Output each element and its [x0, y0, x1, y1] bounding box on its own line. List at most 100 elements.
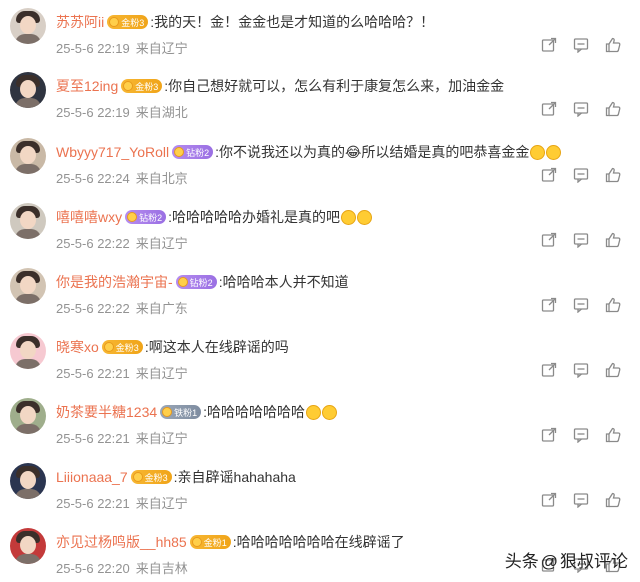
comment-location: 来自辽宁	[135, 236, 188, 251]
badge-label: 金粉1	[203, 537, 227, 548]
like-icon[interactable]	[604, 166, 622, 184]
like-icon[interactable]	[604, 361, 622, 379]
badge-coin-icon	[162, 407, 173, 417]
comment-meta: 25-5-6 22:22 来自广东	[56, 298, 188, 317]
avatar-face	[20, 276, 36, 294]
share-icon[interactable]	[540, 36, 558, 54]
username[interactable]: Liiionaaa_7	[56, 469, 128, 485]
comment-line: Liiionaaa_7 金粉3 :亲自辟谣hahahaha	[56, 467, 296, 487]
fan-badge[interactable]: 铁粉1	[160, 405, 202, 419]
username[interactable]: 晓寒xo	[56, 337, 99, 357]
username[interactable]: 嘻嘻嘻wxy	[56, 207, 122, 227]
comment-icon[interactable]	[572, 100, 590, 118]
fan-badge[interactable]: 钻粉2	[175, 275, 217, 289]
comment-icon[interactable]	[572, 36, 590, 54]
avatar-body	[15, 229, 41, 239]
fan-badge[interactable]: 金粉3	[121, 79, 163, 93]
comment-text: :啊这本人在线辟谣的吗	[144, 339, 289, 355]
watermark-source: 头条	[504, 552, 539, 571]
comment-location: 来自湖北	[135, 105, 188, 120]
comment-date: 25-5-6 22:24	[56, 171, 130, 186]
avatar[interactable]	[10, 138, 46, 174]
like-icon[interactable]	[604, 100, 622, 118]
comment-line: 夏至12ing 金粉3 :你自己想好就可以，怎么有利于康复怎么来，加油金金	[56, 76, 504, 96]
share-icon[interactable]	[540, 361, 558, 379]
comment-location: 来自广东	[135, 301, 188, 316]
fan-badge[interactable]: 钻粉2	[172, 145, 214, 159]
fan-badge[interactable]: 钻粉2	[125, 210, 167, 224]
avatar[interactable]	[10, 333, 46, 369]
comment-date: 25-5-6 22:20	[56, 561, 130, 576]
avatar[interactable]	[10, 203, 46, 239]
avatar[interactable]	[10, 8, 46, 44]
badge-label: 钻粉2	[189, 277, 213, 288]
username[interactable]: 苏苏阿ii	[56, 12, 104, 32]
comment-line: 嘻嘻嘻wxy 钻粉2 :哈哈哈哈哈办婚礼是真的吧	[56, 207, 373, 227]
avatar[interactable]	[10, 72, 46, 108]
comment-icon[interactable]	[572, 426, 590, 444]
comment-line: 苏苏阿ii 金粉3 :我的天！金！金金也是才知道的么哈哈哈？！	[56, 12, 434, 32]
comment-location: 来自北京	[135, 171, 188, 186]
avatar[interactable]	[10, 463, 46, 499]
like-icon[interactable]	[604, 296, 622, 314]
like-icon[interactable]	[604, 491, 622, 509]
share-icon[interactable]	[540, 426, 558, 444]
comment-actions	[540, 296, 622, 314]
badge-label: 金粉3	[121, 17, 145, 28]
comment-icon[interactable]	[572, 361, 590, 379]
emoji-icon	[530, 144, 546, 160]
badge-coin-icon	[109, 17, 120, 27]
avatar-face	[20, 80, 36, 98]
comment-location: 来自辽宁	[135, 366, 188, 381]
fan-badge[interactable]: 金粉3	[101, 340, 143, 354]
like-icon[interactable]	[604, 426, 622, 444]
fan-badge[interactable]: 金粉1	[189, 535, 231, 549]
username[interactable]: 你是我的浩瀚宇宙-	[56, 272, 173, 292]
username[interactable]: 亦见过杨鸣版__hh85	[56, 532, 187, 552]
avatar[interactable]	[10, 268, 46, 304]
comment-text: :哈哈哈哈哈办婚礼是真的吧	[168, 209, 341, 225]
share-icon[interactable]	[540, 491, 558, 509]
avatar[interactable]	[10, 528, 46, 564]
badge-label: 铁粉1	[174, 407, 198, 418]
badge-label: 金粉3	[135, 81, 159, 92]
comment-item: Liiionaaa_7 金粉3 :亲自辟谣hahahaha 25-5-6 22:…	[0, 455, 640, 519]
fan-badge[interactable]: 金粉3	[107, 15, 149, 29]
fan-badge[interactable]: 金粉3	[130, 470, 172, 484]
comment-line: 奶茶要半糖1234 铁粉1 :哈哈哈哈哈哈哈	[56, 402, 338, 422]
comment-actions	[540, 36, 622, 54]
share-icon[interactable]	[540, 231, 558, 249]
share-icon[interactable]	[540, 100, 558, 118]
badge-coin-icon	[174, 147, 185, 157]
comment-icon[interactable]	[572, 296, 590, 314]
comment-date: 25-5-6 22:21	[56, 366, 130, 381]
share-icon[interactable]	[540, 166, 558, 184]
badge-label: 金粉3	[144, 472, 168, 483]
comment-icon[interactable]	[572, 231, 590, 249]
avatar-face	[20, 16, 36, 34]
avatar-face	[20, 471, 36, 489]
comment-text: :哈哈哈本人并不知道	[218, 274, 349, 290]
username[interactable]: Wbyyy717_YoRoll	[56, 144, 169, 160]
comment-text: :哈哈哈哈哈哈哈在线辟谣了	[232, 534, 405, 550]
badge-label: 金粉3	[115, 342, 139, 353]
comment-location: 来自辽宁	[135, 41, 188, 56]
avatar-face	[20, 341, 36, 359]
username[interactable]: 夏至12ing	[56, 76, 118, 96]
comment-meta: 25-5-6 22:21 来自辽宁	[56, 363, 188, 382]
comment-text: :你自己想好就可以，怎么有利于康复怎么来，加油金金	[164, 78, 505, 94]
comment-actions	[540, 100, 622, 118]
comment-icon[interactable]	[572, 491, 590, 509]
emoji-icon	[341, 209, 357, 225]
username[interactable]: 奶茶要半糖1234	[56, 402, 157, 422]
avatar-body	[15, 489, 41, 499]
comment-line: 亦见过杨鸣版__hh85 金粉1 :哈哈哈哈哈哈哈在线辟谣了	[56, 532, 405, 552]
avatar[interactable]	[10, 398, 46, 434]
like-icon[interactable]	[604, 36, 622, 54]
share-icon[interactable]	[540, 296, 558, 314]
comment-date: 25-5-6 22:22	[56, 301, 130, 316]
comment-meta: 25-5-6 22:22 来自辽宁	[56, 233, 188, 252]
comment-date: 25-5-6 22:22	[56, 236, 130, 251]
comment-icon[interactable]	[572, 166, 590, 184]
like-icon[interactable]	[604, 231, 622, 249]
